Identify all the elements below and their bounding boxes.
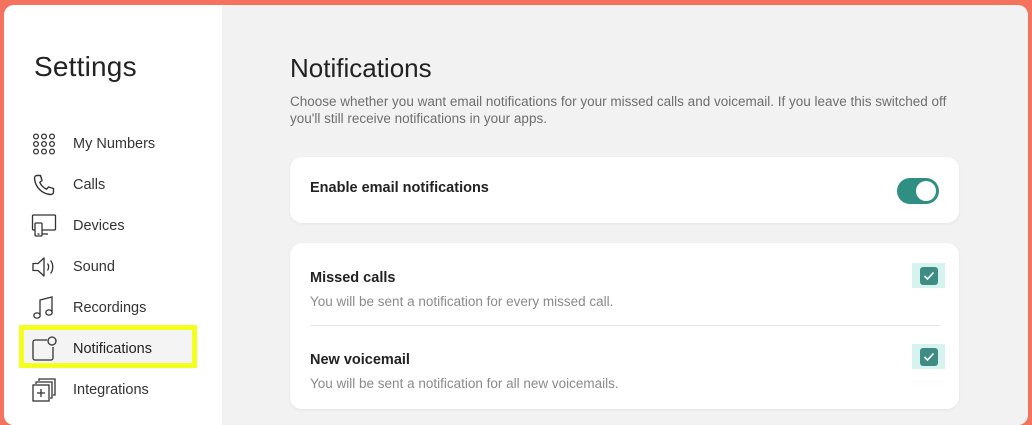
sidebar-title: Settings xyxy=(34,51,137,82)
sidebar-item-label: Integrations xyxy=(73,382,149,398)
sidebar-item-integrations[interactable]: Integrations xyxy=(4,369,222,410)
sidebar-item-calls[interactable]: Calls xyxy=(4,164,222,205)
sidebar-item-devices[interactable]: Devices xyxy=(4,205,222,246)
missed-calls-title: Missed calls xyxy=(310,270,396,286)
integrations-icon xyxy=(31,377,57,403)
sidebar-item-label: Recordings xyxy=(73,300,147,316)
page-title: Notifications xyxy=(290,53,432,83)
notification-options-card: Missed calls You will be sent a notifica… xyxy=(290,243,959,409)
sidebar-nav: My Numbers Calls Devices Sound Recording… xyxy=(4,123,222,410)
new-voicemail-description: You will be sent a notification for all … xyxy=(310,376,619,391)
checkmark-icon xyxy=(923,271,934,280)
sidebar-item-label: Calls xyxy=(73,177,106,193)
sidebar-item-recordings[interactable]: Recordings xyxy=(4,287,222,328)
settings-window: Settings My Numbers Calls Devices Sound … xyxy=(4,5,1028,425)
divider xyxy=(310,325,939,326)
sidebar-item-label: Notifications xyxy=(73,341,152,357)
speaker-icon xyxy=(31,254,57,280)
missed-calls-checkbox[interactable] xyxy=(912,263,945,288)
sidebar-item-label: Sound xyxy=(73,259,115,275)
checkbox-box xyxy=(919,347,938,366)
dialpad-icon xyxy=(31,131,57,157)
music-note-icon xyxy=(31,295,57,321)
sidebar-item-sound[interactable]: Sound xyxy=(4,246,222,287)
checkbox-box xyxy=(919,266,938,285)
email-notifications-card: Enable email notifications xyxy=(290,157,959,223)
email-toggle-label: Enable email notifications xyxy=(310,180,489,196)
sidebar-item-notifications[interactable]: Notifications xyxy=(4,328,222,369)
missed-calls-description: You will be sent a notification for ever… xyxy=(310,294,614,309)
sidebar-item-my-numbers[interactable]: My Numbers xyxy=(4,123,222,164)
sidebar-item-label: Devices xyxy=(73,218,125,234)
sidebar: Settings My Numbers Calls Devices Sound … xyxy=(4,5,222,425)
new-voicemail-checkbox[interactable] xyxy=(912,344,945,369)
sidebar-item-label: My Numbers xyxy=(73,136,156,152)
checkmark-icon xyxy=(923,352,934,361)
email-notifications-toggle[interactable] xyxy=(897,178,939,204)
phone-icon xyxy=(31,172,57,198)
main-content: Notifications Choose whether you want em… xyxy=(222,5,1028,425)
toggle-knob xyxy=(916,181,936,201)
page-description: Choose whether you want email notificati… xyxy=(290,94,947,126)
devices-icon xyxy=(31,213,57,239)
notification-icon xyxy=(31,336,57,362)
new-voicemail-title: New voicemail xyxy=(310,352,410,368)
